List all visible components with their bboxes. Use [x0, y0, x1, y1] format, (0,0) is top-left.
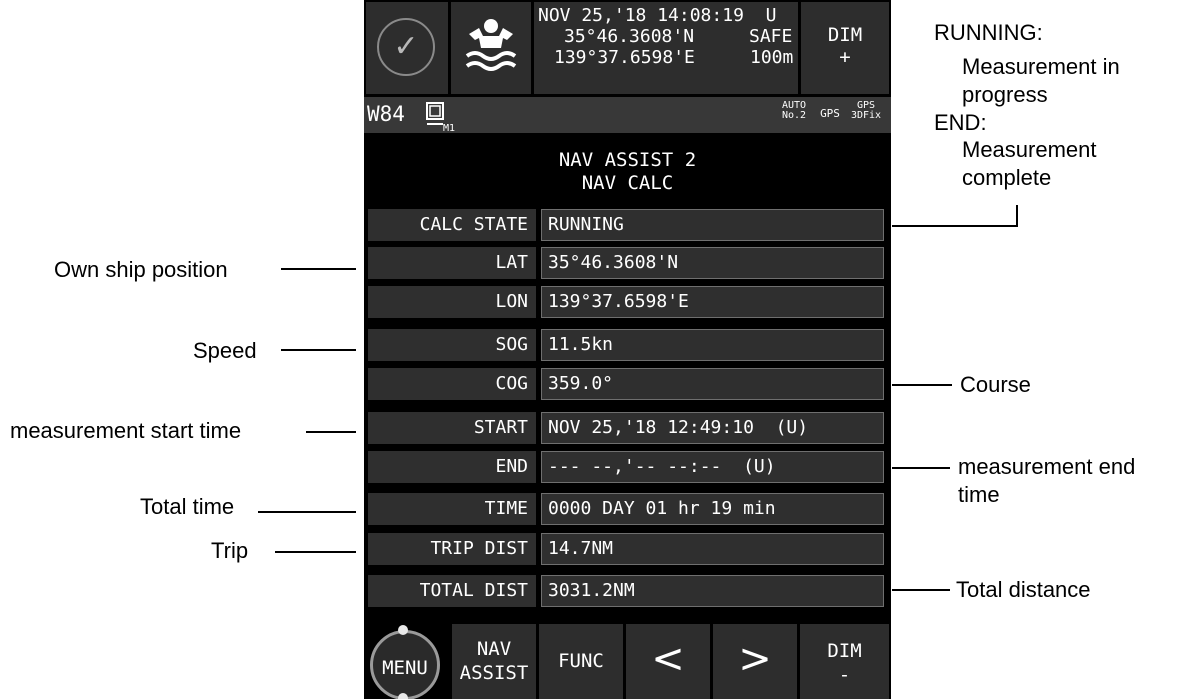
- datetime-display: NOV 25,'18 14:08:19 U: [538, 5, 777, 26]
- leader-line-speed: [281, 349, 356, 351]
- bottom-toolbar: MENU NAV ASSIST FUNC < > DIM -: [364, 620, 891, 699]
- title-line-2: NAV CALC: [581, 172, 674, 194]
- row-value[interactable]: 359.0°: [541, 368, 884, 400]
- annotation-end-desc-2: complete: [962, 165, 1052, 190]
- annotation-running-desc-2: progress: [962, 82, 1048, 107]
- row-calc-state: CALC STATE RUNNING: [364, 207, 891, 243]
- nav-assist-button[interactable]: NAV ASSIST: [452, 624, 536, 699]
- row-label: CALC STATE: [368, 209, 536, 241]
- gps-fix-status: GPS 3DFix: [850, 100, 882, 121]
- leader-line-start-time: [306, 431, 356, 433]
- row-label: END: [368, 451, 536, 483]
- menu-button[interactable]: MENU: [364, 624, 449, 699]
- row-sog: SOG 11.5kn: [364, 327, 891, 363]
- row-lat: LAT 35°46.3608'N: [364, 245, 891, 281]
- row-trip-dist: TRIP DIST 14.7NM: [364, 531, 891, 567]
- prev-button[interactable]: <: [626, 624, 710, 699]
- annotation-total-distance: Total distance: [956, 577, 1091, 602]
- mode-bar: W84 M1 AUTO No.2 GPS GPS 3DFix: [364, 97, 891, 133]
- row-label: COG: [368, 368, 536, 400]
- menu-label: MENU: [382, 657, 428, 679]
- dim-plus-button[interactable]: DIM +: [801, 2, 889, 94]
- man-overboard-icon: [465, 19, 517, 71]
- position-status-box: NOV 25,'18 14:08:19 U 35°46.3608'N 139°3…: [534, 2, 798, 94]
- annotation-end: END:: [934, 110, 987, 135]
- row-value[interactable]: RUNNING: [541, 209, 884, 241]
- leader-line-end-time: [892, 467, 950, 469]
- annotation-course: Course: [960, 372, 1031, 397]
- row-value[interactable]: NOV 25,'18 12:49:10 (U): [541, 412, 884, 444]
- row-value[interactable]: 35°46.3608'N: [541, 247, 884, 279]
- leader-line-total-distance: [892, 589, 950, 591]
- row-value[interactable]: 139°37.6598'E: [541, 286, 884, 318]
- row-label: TOTAL DIST: [368, 575, 536, 607]
- row-value[interactable]: 14.7NM: [541, 533, 884, 565]
- safe-label: SAFE: [749, 26, 793, 47]
- next-button[interactable]: >: [713, 624, 797, 699]
- annotation-trip: Trip: [211, 538, 249, 563]
- confirm-button[interactable]: ✓: [366, 2, 448, 94]
- row-value[interactable]: --- --,'-- --:-- (U): [541, 451, 884, 483]
- chevron-right-icon: >: [738, 636, 772, 682]
- man-overboard-button[interactable]: [451, 2, 531, 94]
- row-value[interactable]: 3031.2NM: [541, 575, 884, 607]
- screen-mode-icon: M1: [426, 102, 455, 132]
- annotation-end-time-1: measurement end: [958, 454, 1136, 479]
- status-bar: ✓ NOV 25,'18 14:08:19 U 35°46.3608'N 139…: [364, 0, 891, 94]
- annotation-running: RUNNING:: [934, 20, 1043, 45]
- row-total-dist: TOTAL DIST 3031.2NM: [364, 573, 891, 609]
- leader-line-own-ship: [281, 268, 356, 270]
- device-screen: ✓ NOV 25,'18 14:08:19 U 35°46.3608'N 139…: [364, 0, 891, 699]
- leader-line-total-time: [258, 511, 356, 513]
- leader-line-calc-state-vertical: [1016, 205, 1018, 227]
- annotation-own-ship: Own ship position: [54, 257, 228, 282]
- row-value[interactable]: 0000 DAY 01 hr 19 min: [541, 493, 884, 525]
- page-title: NAV ASSIST 2 NAV CALC: [364, 134, 891, 206]
- auto-status: AUTO No.2: [781, 100, 807, 121]
- func-button[interactable]: FUNC: [539, 624, 623, 699]
- header-lon: 139°37.6598'E: [554, 47, 695, 68]
- leader-line-calc-state: [892, 225, 1018, 227]
- row-label: TRIP DIST: [368, 533, 536, 565]
- leader-line-course: [892, 384, 952, 386]
- row-label: START: [368, 412, 536, 444]
- row-label: LON: [368, 286, 536, 318]
- row-label: TIME: [368, 493, 536, 525]
- row-lon: LON 139°37.6598'E: [364, 284, 891, 320]
- chevron-left-icon: <: [651, 636, 685, 682]
- annotation-start-time: measurement start time: [10, 418, 242, 443]
- row-start: START NOV 25,'18 12:49:10 (U): [364, 410, 891, 446]
- row-time: TIME 0000 DAY 01 hr 19 min: [364, 491, 891, 527]
- row-label: LAT: [368, 247, 536, 279]
- title-line-1: NAV ASSIST 2: [558, 149, 697, 171]
- leader-line-trip: [275, 551, 356, 553]
- annotation-speed: Speed: [193, 338, 257, 363]
- row-value[interactable]: 11.5kn: [541, 329, 884, 361]
- gps-status: GPS: [820, 107, 840, 120]
- check-icon: ✓: [377, 18, 435, 76]
- annotation-end-time-2: time: [958, 482, 1000, 507]
- row-label: SOG: [368, 329, 536, 361]
- datum-label: W84: [367, 102, 405, 126]
- row-cog: COG 359.0°: [364, 366, 891, 402]
- annotation-running-desc-1: Measurement in: [962, 54, 1120, 79]
- annotation-total-time: Total time: [140, 494, 235, 519]
- menu-knob-icon: MENU: [370, 625, 440, 699]
- row-end: END --- --,'-- --:-- (U): [364, 449, 891, 485]
- svg-text:M1: M1: [443, 123, 455, 132]
- annotation-end-desc-1: Measurement: [962, 137, 1097, 162]
- dim-plus-label: DIM: [827, 24, 863, 46]
- dim-plus-sign: +: [839, 46, 851, 68]
- dim-minus-button[interactable]: DIM -: [800, 624, 889, 699]
- header-lat: 35°46.3608'N: [564, 26, 695, 47]
- safe-value: 100m: [750, 47, 794, 68]
